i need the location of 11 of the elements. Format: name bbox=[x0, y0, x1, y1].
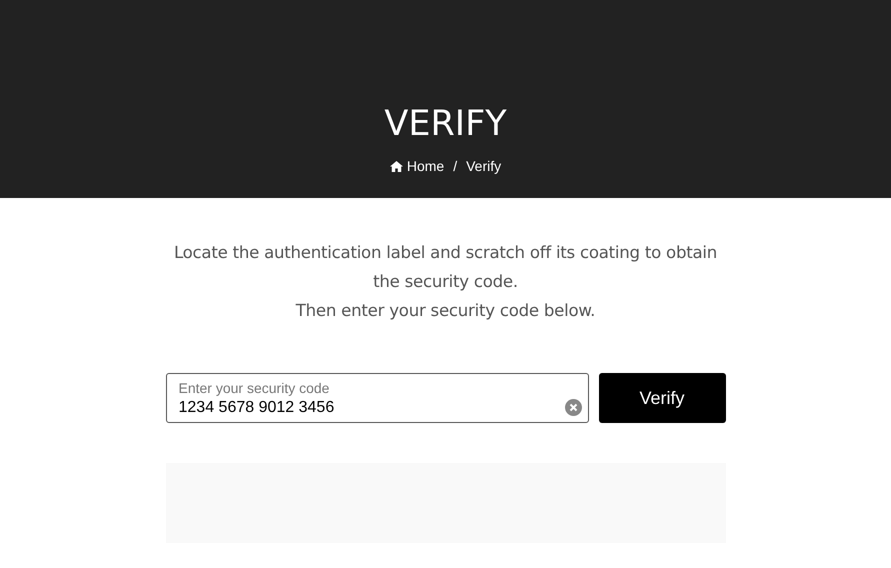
home-link[interactable]: Home bbox=[406, 156, 444, 177]
home-icon bbox=[390, 161, 403, 172]
breadcrumb-separator: / bbox=[453, 157, 458, 176]
instruction-text: Then enter your security code below. bbox=[294, 300, 596, 322]
verify-button[interactable]: Verify bbox=[598, 373, 726, 423]
clear-icon[interactable] bbox=[564, 399, 582, 416]
page-title: VERIFY bbox=[384, 107, 507, 142]
breadcrumb-current: Verify bbox=[466, 157, 502, 176]
instruction-text: Locate the authentication label and scratch off its coating to obtain the security code. bbox=[172, 242, 718, 293]
security-code-field[interactable]: Enter your security code 1234 5678 9012 3456 bbox=[166, 373, 588, 423]
field-label: Enter your security code bbox=[178, 380, 330, 396]
